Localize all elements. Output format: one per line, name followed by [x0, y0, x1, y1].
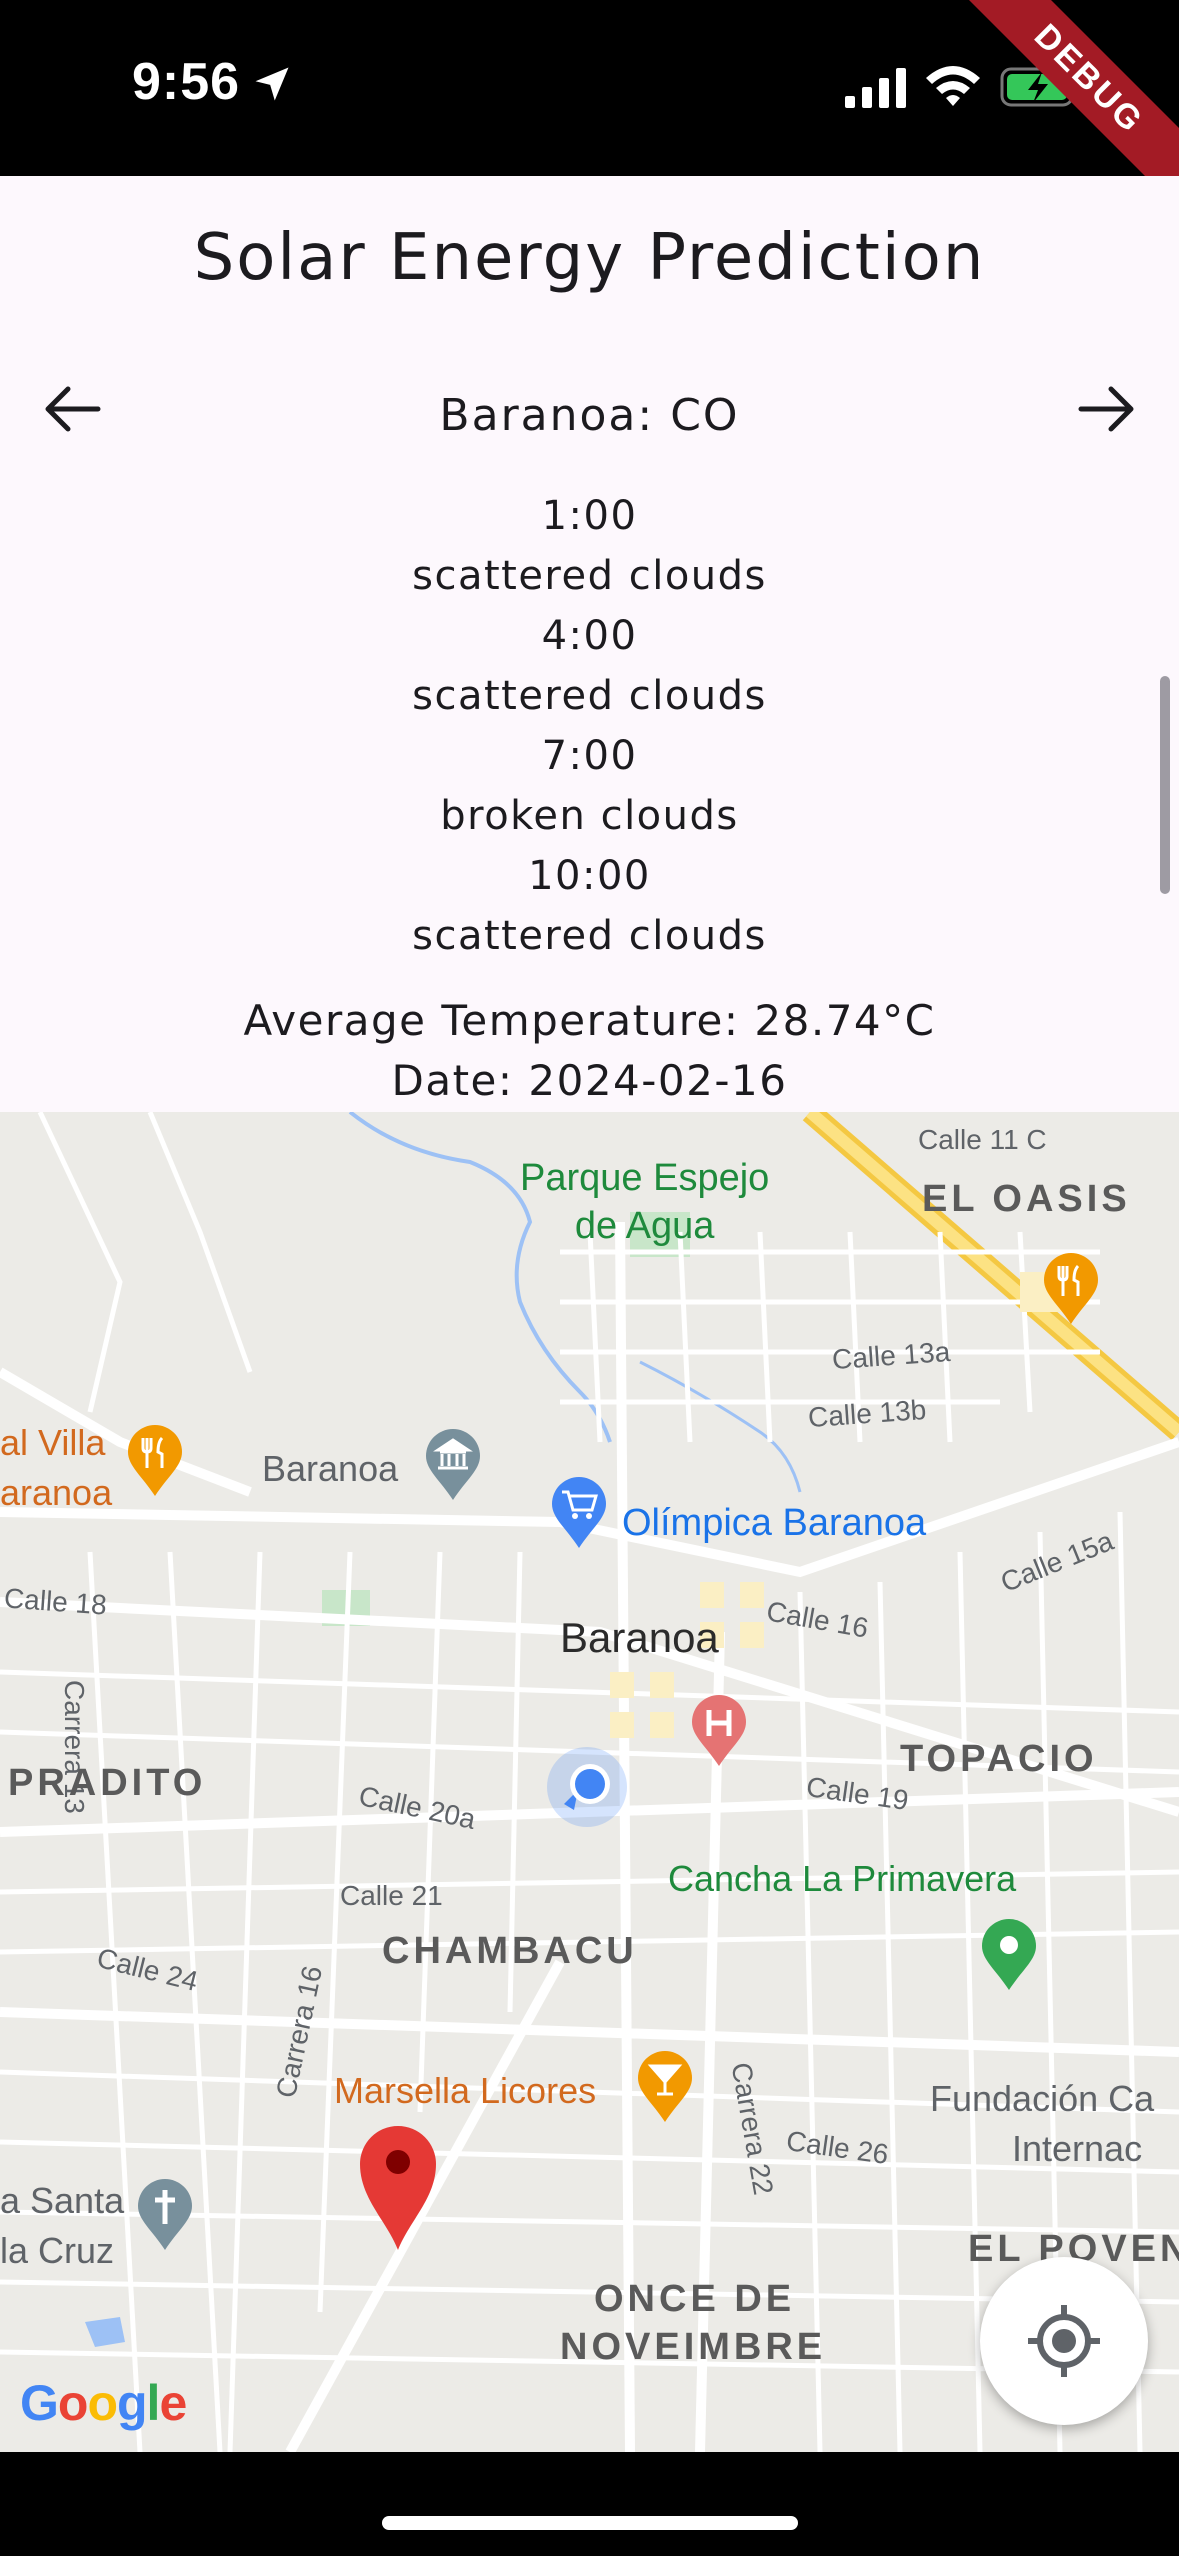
- page-title: Solar Energy Prediction: [193, 221, 986, 295]
- forecast-condition: scattered clouds: [412, 553, 767, 599]
- bottom-bar: [0, 2452, 1179, 2556]
- forecast-condition: broken clouds: [440, 793, 739, 839]
- next-city-arrow-icon[interactable]: [1071, 374, 1141, 444]
- map-label-poi: aranoa: [0, 1472, 113, 1513]
- map-label-neighborhood: EL OASIS: [922, 1178, 1131, 1220]
- map-label-poi: Baranoa: [262, 1448, 399, 1489]
- map-label-neighborhood: NOVEIMBRE: [560, 2326, 827, 2368]
- average-temperature: Average Temperature: 28.74°C: [243, 996, 936, 1045]
- scrollbar[interactable]: [1160, 676, 1170, 894]
- map-label-poi: Fundación Ca: [930, 2078, 1155, 2119]
- forecast-condition: scattered clouds: [412, 913, 767, 959]
- park-label: Parque Espejo de Agua: [520, 1157, 770, 1247]
- forecast-time: 1:00: [541, 493, 638, 539]
- map-label-poi: Marsella Licores: [334, 2070, 597, 2111]
- restaurant-pin-icon[interactable]: [124, 1424, 186, 1498]
- map-label-neighborhood: ONCE DE: [594, 2278, 796, 2320]
- map-label-neighborhood: CHAMBACU: [382, 1930, 638, 1972]
- map-label-poi: a Santa: [0, 2180, 125, 2221]
- home-indicator[interactable]: [382, 2516, 798, 2530]
- map-label-street: Calle 21: [340, 1880, 443, 1911]
- map-label-city: Baranoa: [560, 1614, 719, 1661]
- museum-pin-icon[interactable]: [422, 1428, 484, 1502]
- map-label-neighborhood: TOPACIO: [900, 1738, 1098, 1780]
- status-time: 9:56: [132, 53, 241, 111]
- church-pin-icon[interactable]: [134, 2178, 196, 2252]
- my-location-button[interactable]: [980, 2257, 1148, 2425]
- bar-pin-icon[interactable]: [634, 2050, 696, 2124]
- weather-panel: Solar Energy Prediction Baranoa: CO 1:00…: [0, 176, 1179, 1112]
- user-location-dot-icon: [547, 1747, 627, 1827]
- map-label-poi: Internac: [1012, 2128, 1143, 2169]
- red-location-marker-icon[interactable]: [356, 2124, 440, 2252]
- map-label-poi: Olímpica Baranoa: [622, 1502, 927, 1544]
- restaurant-pin-icon[interactable]: [1040, 1252, 1102, 1326]
- forecast-date: Date: 2024-02-16: [391, 1056, 788, 1105]
- forecast-condition: scattered clouds: [412, 673, 767, 719]
- map-view[interactable]: Parque Espejo de Agua Calle 11 C EL OASI…: [0, 1112, 1179, 2452]
- map-label-neighborhood: PRADITO: [8, 1762, 207, 1804]
- wifi-icon: [926, 66, 980, 106]
- map-label-park: Parque Espejo de Agua: [520, 1154, 769, 1250]
- signal-icon: [845, 68, 906, 108]
- map-label-poi: la Cruz: [0, 2230, 115, 2271]
- status-bar: 9:56 DEBUG: [0, 0, 1179, 213]
- crosshair-target-icon: [1028, 2305, 1100, 2377]
- map-label-poi: Cancha La Primavera: [668, 1858, 1017, 1899]
- forecast-time: 4:00: [541, 613, 638, 659]
- google-logo: Google: [20, 2375, 187, 2431]
- park-pin-icon[interactable]: [978, 1918, 1040, 1992]
- forecast-time: 10:00: [528, 853, 651, 899]
- shopping-cart-pin-icon[interactable]: [548, 1476, 610, 1550]
- location-arrow-icon: [255, 67, 289, 101]
- city-label: Baranoa: CO: [439, 390, 740, 441]
- hospital-pin-icon[interactable]: [688, 1694, 750, 1768]
- forecast-list: 1:00 scattered clouds 4:00 scattered clo…: [0, 486, 1179, 966]
- map-label-poi: al Villa: [0, 1422, 106, 1463]
- map-label-street: Calle 11 C: [918, 1124, 1047, 1155]
- forecast-time: 7:00: [541, 733, 638, 779]
